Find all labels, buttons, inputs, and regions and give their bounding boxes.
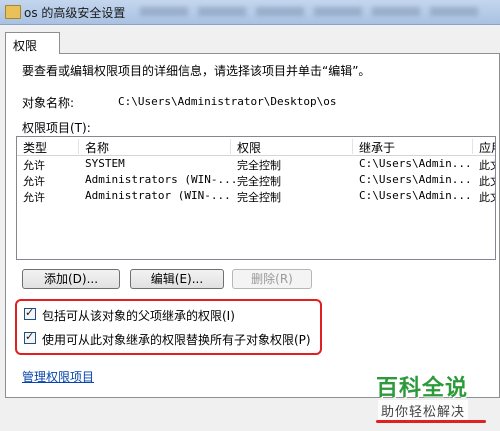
row-type: 允许 [23,175,45,188]
inherit-permissions-checkbox[interactable]: ✓ [24,306,36,320]
column-header-permission[interactable]: 权限 [231,139,353,155]
table-row[interactable]: 允许 SYSTEM 完全控制 C:\Users\Admin... 此文 [17,156,495,172]
row-type: 允许 [23,159,45,172]
row-apply: 此文 [479,159,495,172]
instruction-text: 要查看或编辑权限项目的详细信息，请选择该项目并单击“编辑”。 [22,64,371,78]
edit-button[interactable]: 编辑(E)... [130,269,224,289]
row-type: 允许 [23,191,45,204]
watermark: 百科全说 助你轻松解决 [368,366,496,426]
add-button[interactable]: 添加(D)... [22,269,120,289]
watermark-subtitle: 助你轻松解决 [378,400,469,421]
window-title: os 的高级安全设置 [24,6,126,20]
table-row[interactable]: 允许 Administrator (WIN-... 完全控制 C:\Users\… [17,188,495,204]
watermark-underline [376,420,486,423]
object-name-value: C:\Users\Administrator\Desktop\os [118,95,337,108]
row-permission: 完全控制 [237,159,281,172]
row-inherited: C:\Users\Admin... [359,157,472,170]
row-inherited: C:\Users\Admin... [359,189,472,202]
tab-permissions[interactable]: 权限 [5,32,60,54]
row-name: Administrators (WIN-... [85,173,238,186]
list-header: 类型 名称 权限 继承于 应用 [17,137,495,156]
row-inherited: C:\Users\Admin... [359,173,472,186]
column-header-name[interactable]: 名称 [79,139,231,155]
row-name: SYSTEM [85,157,125,170]
replace-child-permissions-label[interactable]: 使用可从此对象继承的权限替换所有子对象权限(P) [42,331,311,348]
manage-permissions-link[interactable]: 管理权限项目 [22,368,94,385]
row-permission: 完全控制 [237,191,281,204]
object-name-label: 对象名称: [22,96,75,110]
row-apply: 此文 [479,191,495,204]
column-header-type[interactable]: 类型 [17,139,79,155]
checkmark-icon: ✓ [25,306,35,319]
inherit-permissions-label[interactable]: 包括可从该对象的父项继承的权限(I) [42,307,235,324]
row-permission: 完全控制 [237,175,281,188]
title-bar[interactable]: os 的高级安全设置 [0,0,500,25]
table-row[interactable]: 允许 Administrators (WIN-... 完全控制 C:\Users… [17,172,495,188]
column-header-apply[interactable]: 应用 [473,139,495,155]
folder-icon [5,5,21,19]
permissions-list[interactable]: 类型 名称 权限 继承于 应用 允许 SYSTEM 完全控制 C:\Users\… [16,136,496,260]
checkmark-icon: ✓ [25,330,35,343]
blurred-title-overlay [140,7,485,16]
permissions-list-label: 权限项目(T): [22,121,91,135]
replace-child-permissions-checkbox[interactable]: ✓ [24,330,36,344]
watermark-title: 百科全说 [376,376,469,401]
delete-button[interactable]: 删除(R) [232,269,312,289]
column-header-inherited[interactable]: 继承于 [353,139,473,155]
row-apply: 此文 [479,175,495,188]
row-name: Administrator (WIN-... [85,189,231,202]
